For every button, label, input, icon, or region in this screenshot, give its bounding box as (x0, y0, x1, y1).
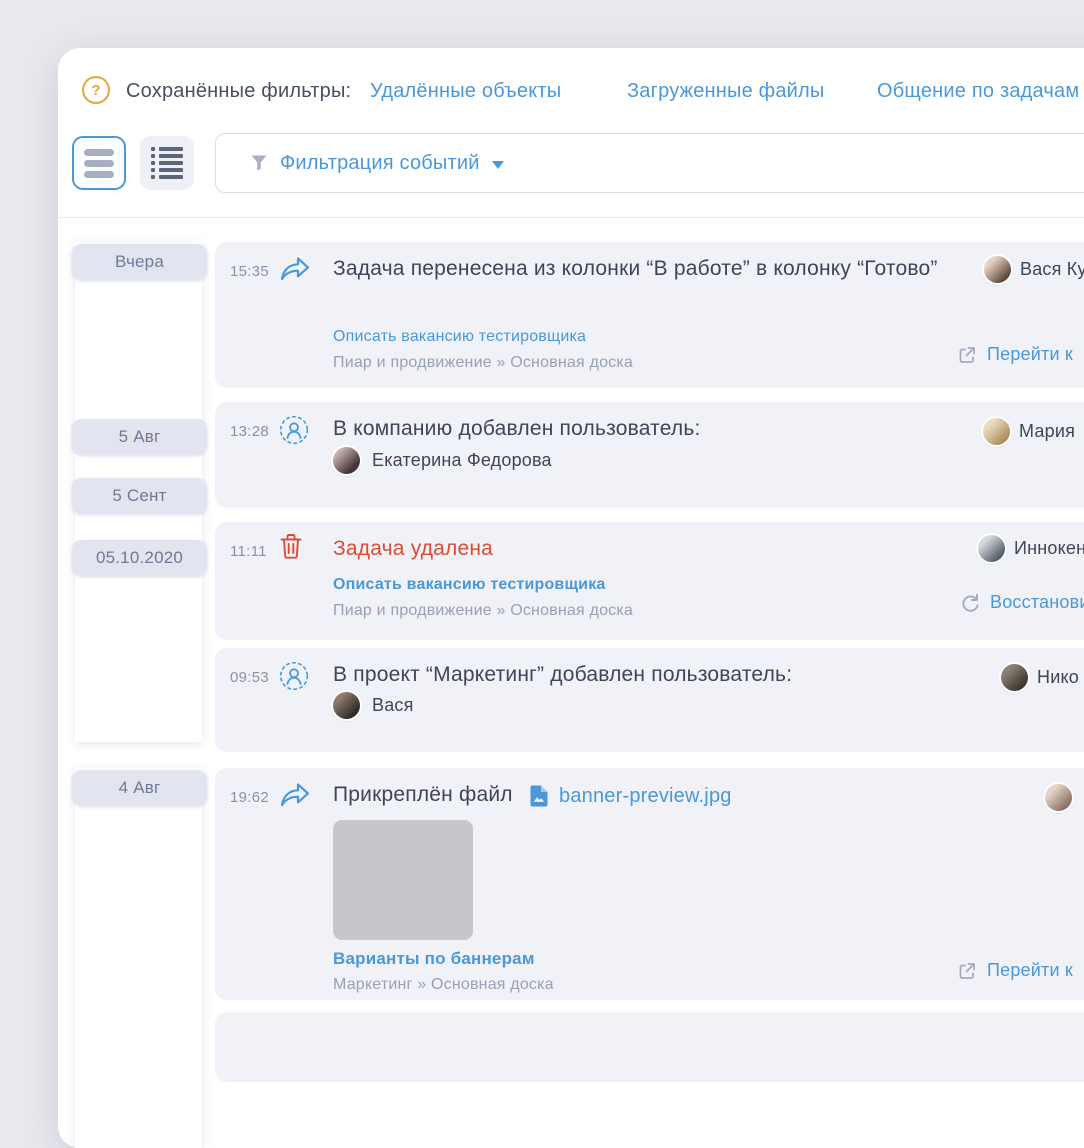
event-title: В проект “Маркетинг” добавлен пользовате… (333, 660, 792, 689)
event-time: 09:53 (230, 669, 276, 686)
filter-link-uploaded-files[interactable]: Загруженные файлы (627, 80, 824, 103)
saved-filters-label: Сохранённые фильтры: (126, 80, 351, 103)
view-toggle-cards-button[interactable] (72, 136, 126, 190)
restore-icon (960, 593, 980, 613)
event-card-user-added-company: 13:28 В компанию добавлен пользователь: … (215, 402, 1084, 508)
event-title: Задача перенесена из колонки “В работе” … (333, 254, 938, 283)
filter-link-deleted-objects[interactable]: Удалённые объекты (370, 80, 561, 103)
activity-feed-screen: { "header": { "help": "?", "label": "Сох… (0, 0, 1084, 1026)
event-time: 15:35 (230, 263, 276, 280)
event-title: Задача удалена (333, 534, 493, 563)
avatar (333, 692, 360, 719)
event-card-file-attached: 19:62 Прикреплён файл banner-preview.jpg… (215, 768, 1084, 1000)
event-card-task-deleted: 11:11 Задача удалена Описать вакансию те… (215, 522, 1084, 640)
chevron-down-icon (492, 161, 504, 169)
view-toggle-list-button[interactable] (140, 136, 194, 190)
board-path: Пиар и продвижение » Основная доска (333, 602, 633, 620)
event-card-user-added-project: 09:53 В проект “Маркетинг” добавлен поль… (215, 648, 1084, 752)
go-to-task-link[interactable]: Перейти к (957, 344, 1073, 365)
filter-link-task-communication[interactable]: Общение по задачам (877, 80, 1079, 103)
event-filter-dropdown[interactable]: Фильтрация событий (215, 133, 1084, 193)
actor-name: Мария (1019, 421, 1075, 442)
list-view-icon (151, 147, 183, 179)
external-link-icon (957, 961, 977, 981)
user-added-icon (279, 415, 309, 445)
avatar (333, 447, 360, 474)
event-title: В компанию добавлен пользователь: (333, 414, 701, 443)
trash-icon (279, 533, 303, 560)
task-link[interactable]: Описать вакансию тестировщика (333, 576, 606, 594)
date-pill-sep5[interactable]: 5 Сент (72, 478, 207, 514)
member-name: Екатерина Федорова (372, 450, 552, 471)
actor-name: Нико (1037, 667, 1079, 688)
share-arrow-icon (279, 255, 311, 283)
timeline-strip (75, 768, 202, 1148)
board-path: Маркетинг » Основная доска (333, 976, 554, 994)
go-to-task-label: Перейти к (987, 344, 1073, 365)
go-to-task-link[interactable]: Перейти к (957, 960, 1073, 981)
event-card-task-moved: 15:35 Задача перенесена из колонки “В ра… (215, 242, 1084, 388)
task-link[interactable]: Описать вакансию тестировщика (333, 328, 586, 346)
share-arrow-icon (279, 781, 311, 809)
date-pill-aug5[interactable]: 5 Авг (72, 419, 207, 455)
image-file-icon (528, 784, 550, 808)
actor-name: Вася Ку (1020, 259, 1084, 280)
help-icon[interactable]: ? (82, 76, 110, 104)
avatar (984, 256, 1011, 283)
added-member[interactable]: Вася (333, 692, 414, 719)
actor-name: Иннокен (1014, 538, 1084, 559)
member-name: Вася (372, 695, 414, 716)
actor-chip[interactable] (1045, 784, 1072, 811)
toolbar-divider (58, 217, 1084, 218)
file-preview-thumbnail[interactable] (333, 820, 473, 940)
date-pill-aug4[interactable]: 4 Авг (72, 770, 207, 806)
go-to-task-label: Перейти к (987, 960, 1073, 981)
event-card-partial (215, 1012, 1084, 1082)
avatar (978, 535, 1005, 562)
date-pill-05-10-2020[interactable]: 05.10.2020 (72, 540, 207, 576)
main-panel: ? Сохранённые фильтры: Удалённые объекты… (58, 48, 1084, 1148)
date-pill-yesterday[interactable]: Вчера (72, 244, 207, 280)
restore-task-link[interactable]: Восстанови (960, 592, 1084, 613)
funnel-icon (250, 154, 268, 172)
avatar (1045, 784, 1072, 811)
event-time: 19:62 (230, 789, 276, 806)
event-time: 13:28 (230, 423, 276, 440)
event-filter-label: Фильтрация событий (280, 152, 480, 175)
actor-chip[interactable]: Мария (983, 418, 1075, 445)
actor-chip[interactable]: Нико (1001, 664, 1079, 691)
added-member[interactable]: Екатерина Федорова (333, 447, 552, 474)
avatar (1001, 664, 1028, 691)
actor-chip[interactable]: Вася Ку (984, 256, 1084, 283)
attached-file-link[interactable]: banner-preview.jpg (528, 784, 732, 808)
attached-file-name: banner-preview.jpg (559, 785, 732, 808)
restore-task-label: Восстанови (990, 592, 1084, 613)
avatar (983, 418, 1010, 445)
card-view-icon (84, 149, 114, 178)
user-added-icon (279, 661, 309, 691)
actor-chip[interactable]: Иннокен (978, 535, 1084, 562)
board-path: Пиар и продвижение » Основная доска (333, 354, 633, 372)
external-link-icon (957, 345, 977, 365)
event-title: Прикреплён файл (333, 780, 513, 809)
task-link[interactable]: Варианты по баннерам (333, 949, 535, 969)
event-time: 11:11 (230, 543, 276, 560)
